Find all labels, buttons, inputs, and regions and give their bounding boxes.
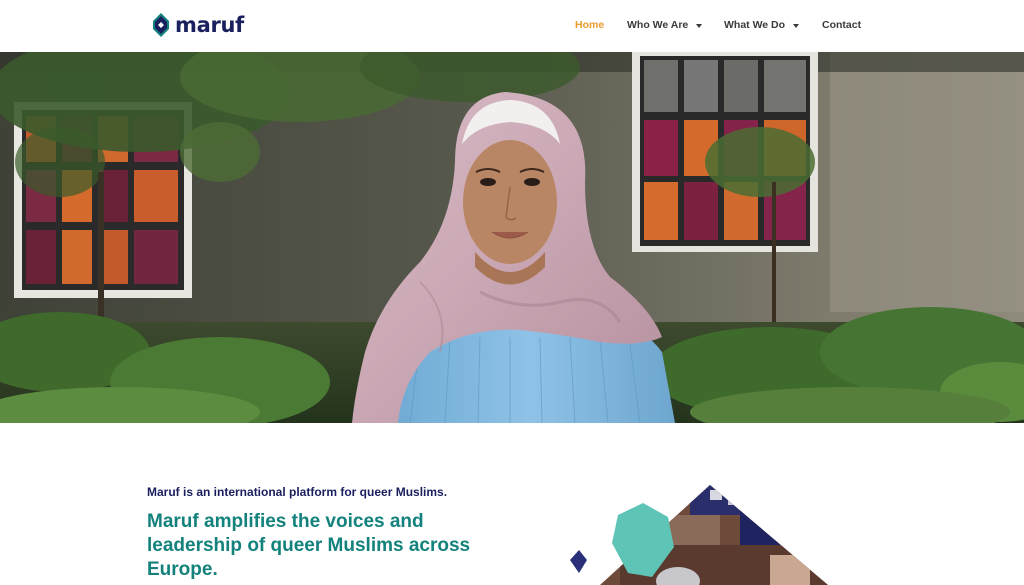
diamond-navy bbox=[570, 550, 587, 573]
chevron-down-icon bbox=[696, 23, 703, 28]
nav-item-label: Home bbox=[575, 19, 605, 31]
main-nav: Home Who We Are What We Do Contact bbox=[0, 19, 1024, 33]
chevron-down-icon bbox=[793, 23, 800, 28]
nav-item-who-we-are[interactable]: Who We Are bbox=[627, 19, 703, 31]
nav-item-contact[interactable]: Contact bbox=[822, 19, 861, 31]
triangle-photo bbox=[600, 485, 828, 585]
decorative-graphic bbox=[560, 485, 840, 585]
headline: Maruf amplifies the voices and leadershi… bbox=[147, 511, 471, 580]
decorative-shapes bbox=[570, 485, 828, 585]
intro-text: Maruf is an international platform for q… bbox=[147, 485, 448, 499]
site-header: maruf Home Who We Are What We Do Contact bbox=[0, 0, 1024, 52]
nav-item-home[interactable]: Home bbox=[575, 19, 604, 31]
hero-portrait-image bbox=[0, 52, 1024, 423]
hero-image bbox=[0, 52, 1024, 423]
nav-item-label: Who We Are bbox=[627, 19, 689, 31]
nav-item-label: Contact bbox=[822, 19, 862, 31]
nav-item-label: What We Do bbox=[724, 19, 786, 31]
nav-item-what-we-do[interactable]: What We Do bbox=[724, 19, 800, 31]
